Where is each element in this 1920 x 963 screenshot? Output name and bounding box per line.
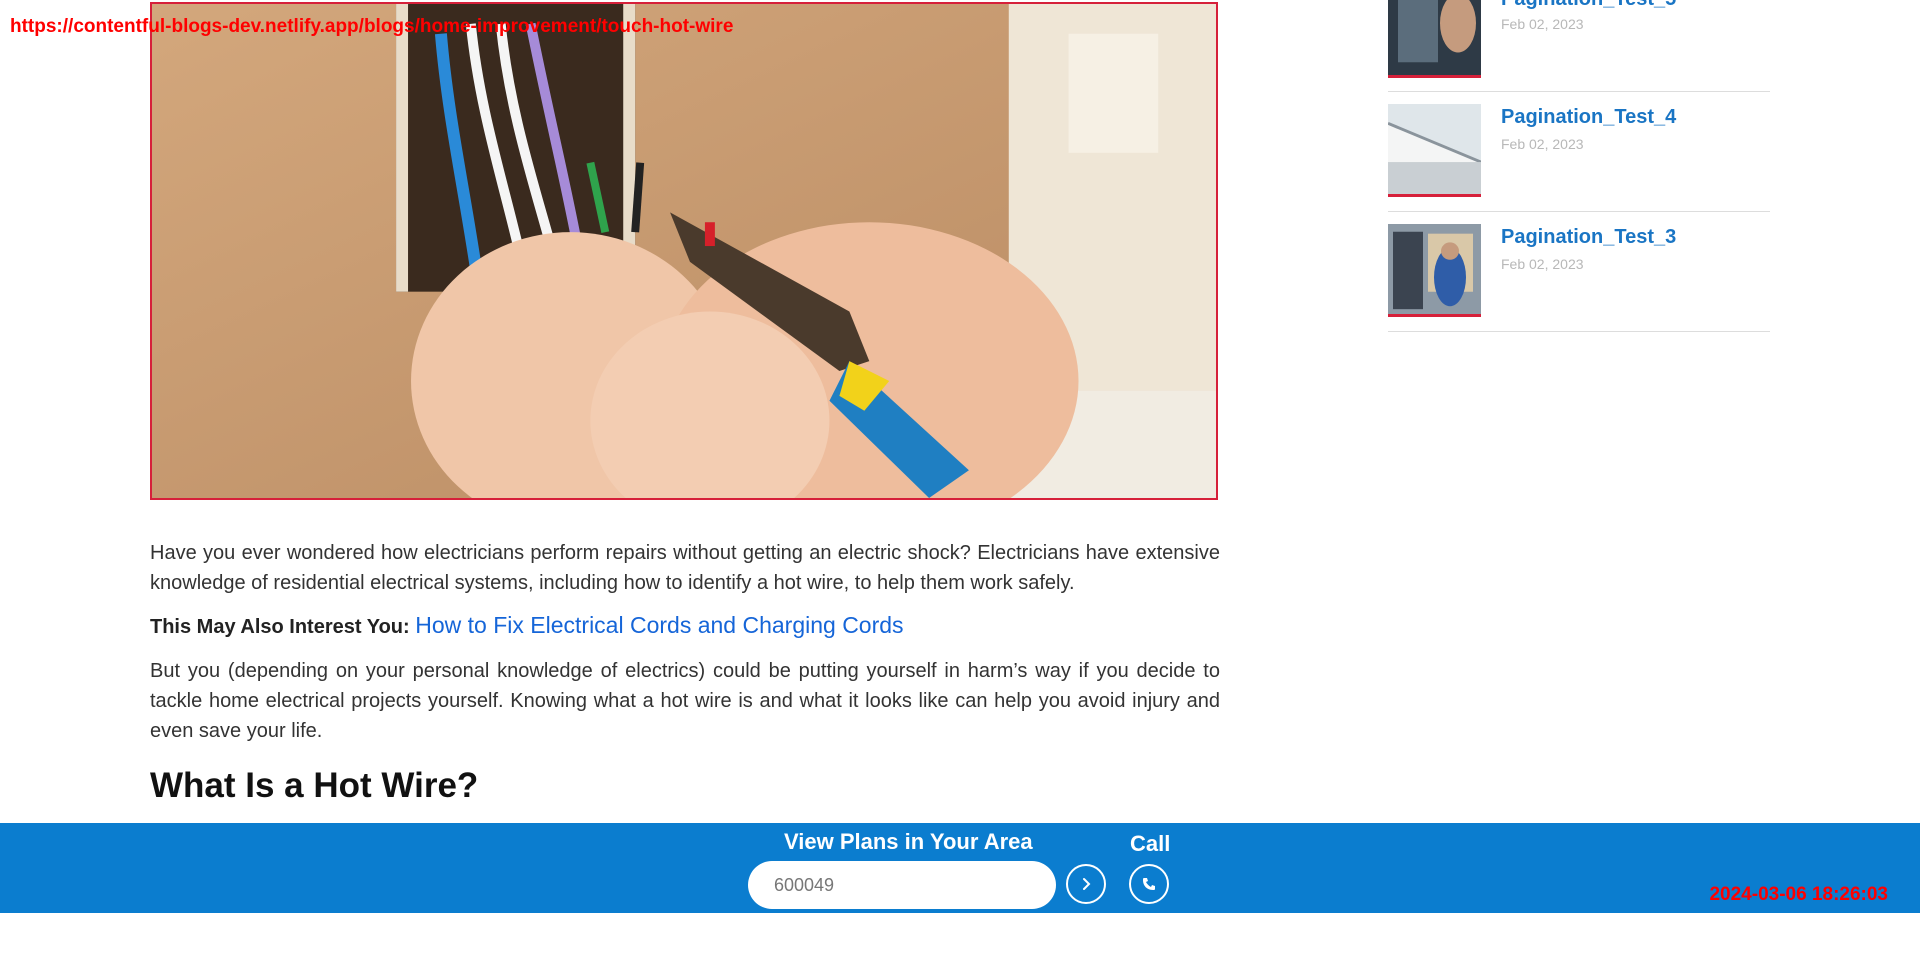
sidebar-post-item[interactable]: Pagination_Test_3 Feb 02, 2023	[1388, 212, 1770, 332]
view-plans-button[interactable]	[1066, 864, 1106, 904]
url-overlay: https://contentful-blogs-dev.netlify.app…	[10, 16, 734, 37]
sticky-plans-bar: View Plans in Your Area Call	[0, 823, 1920, 913]
post-thumbnail[interactable]	[1388, 104, 1481, 197]
post-title-link[interactable]: Pagination_Test_3	[1501, 226, 1676, 249]
post-date: Feb 02, 2023	[1501, 256, 1584, 272]
article-paragraph: Have you ever wondered how electricians …	[150, 542, 1220, 594]
related-label: This May Also Interest You:	[150, 616, 410, 638]
plans-title: View Plans in Your Area	[784, 829, 1033, 854]
sidebar-post-item[interactable]: Pagination_Test_5 Feb 02, 2023	[1388, 0, 1770, 92]
recent-posts-sidebar: Pagination_Test_5 Feb 02, 2023 Paginatio…	[1388, 0, 1770, 332]
call-label: Call	[1130, 831, 1171, 856]
post-thumbnail[interactable]	[1388, 0, 1481, 78]
article-body: Have you ever wondered how electricians …	[150, 538, 1220, 806]
timestamp-overlay: 2024-03-06 18:26:03	[1709, 884, 1888, 905]
chevron-right-icon	[1083, 878, 1091, 890]
post-date: Feb 02, 2023	[1501, 16, 1584, 32]
related-article-callout: This May Also Interest You: How to Fix E…	[150, 610, 1220, 642]
article-paragraph: But you (depending on your personal know…	[150, 660, 1220, 742]
post-thumbnail[interactable]	[1388, 224, 1481, 317]
section-heading: What Is a Hot Wire?	[150, 766, 479, 805]
sidebar-post-item[interactable]: Pagination_Test_4 Feb 02, 2023	[1388, 92, 1770, 212]
call-button[interactable]	[1129, 864, 1169, 904]
zip-code-input[interactable]	[748, 861, 1056, 909]
post-title-link[interactable]: Pagination_Test_4	[1501, 106, 1676, 129]
hero-image	[150, 2, 1218, 500]
phone-icon	[1143, 878, 1155, 890]
post-date: Feb 02, 2023	[1501, 136, 1584, 152]
related-article-link[interactable]: How to Fix Electrical Cords and Charging…	[415, 612, 903, 638]
post-title-link[interactable]: Pagination_Test_5	[1501, 0, 1676, 11]
